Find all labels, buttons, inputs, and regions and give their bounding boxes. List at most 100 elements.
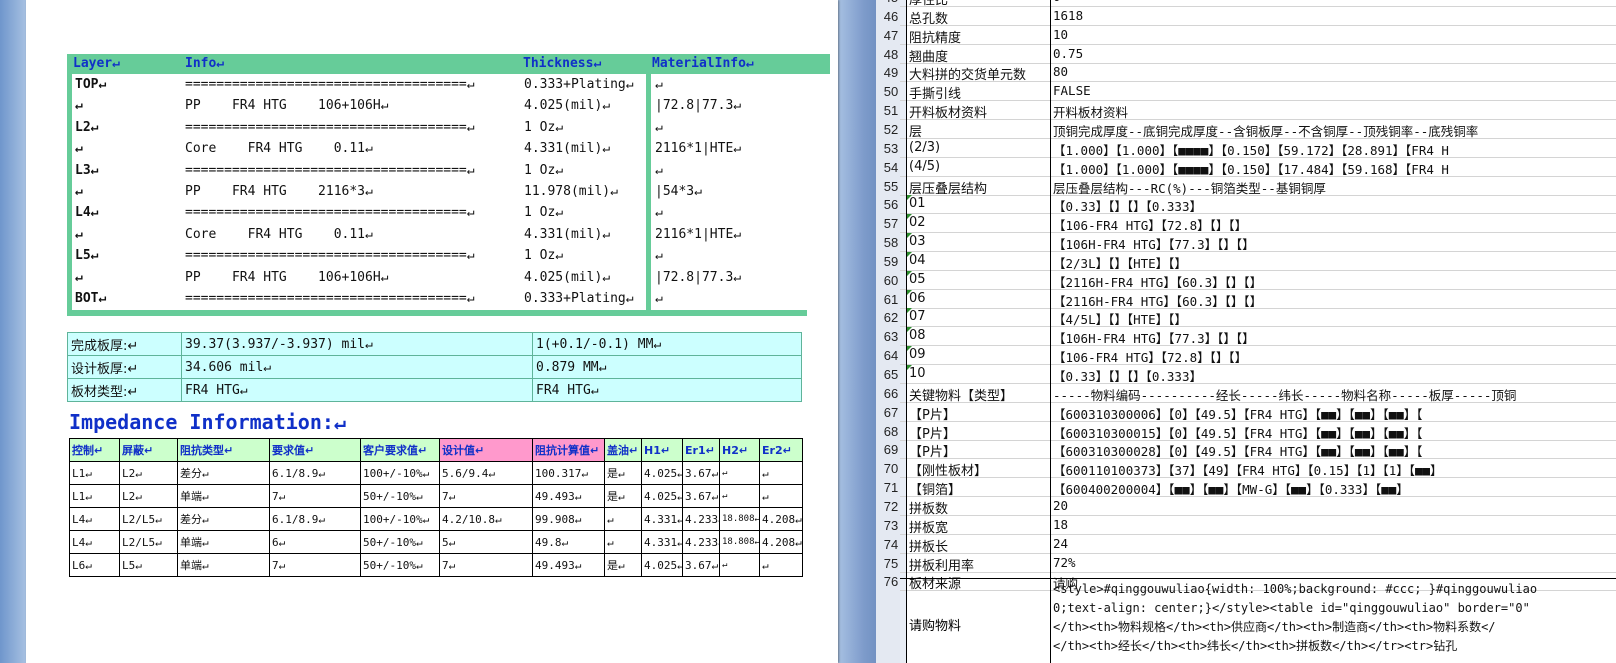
sheet-cell-value[interactable]: 1618 [1051, 7, 1616, 26]
sheet-cell-value[interactable]: -----物料编码----------经长-----纬长-----物料名称---… [1051, 384, 1616, 403]
sheet-row[interactable]: 开料板材资料 开料板材资料 [900, 101, 1616, 121]
sheet-row[interactable]: 03 【106H-FR4 HTG】【77.3】【】【】 [900, 233, 1616, 253]
sheet-row[interactable]: 【P片】 【600310300028】【0】【49.5】【FR4 HTG】【■■】… [900, 440, 1616, 460]
sheet-row[interactable]: 关键物料【类型】 -----物料编码----------经长-----纬长----… [900, 383, 1616, 403]
sheet-cell-value[interactable]: 10 [1051, 26, 1616, 45]
sheet-row[interactable]: 05 【2116H-FR4 HTG】【60.3】【】【】 [900, 270, 1616, 290]
sheet-row[interactable]: 01 【0.33】【】【】【0.333】 [900, 195, 1616, 215]
sheet-row[interactable]: 02 【106-FR4 HTG】【72.8】【】【】 [900, 214, 1616, 234]
spreadsheet[interactable]: 厚径比0总孔数1618阻抗精度10翘曲度0.75大料拼的交货单元数80手撕引线F… [900, 0, 1616, 663]
sheet-row[interactable]: 拼板宽 18 [900, 515, 1616, 535]
sheet-cell-label[interactable]: 拼板利用率 [906, 553, 1051, 573]
sheet-cell-value[interactable]: 【2/3L】【】【HTE】【】 [1051, 252, 1616, 271]
sheet-cell-label[interactable]: 总孔数 [906, 6, 1051, 26]
sheet-cell-value[interactable]: 【106-FR4 HTG】【72.8】【】【】 [1051, 346, 1616, 365]
sheet-cell-label[interactable]: 开料板材资料 [906, 101, 1051, 121]
sheet-cell-value[interactable]: 【600310300028】【0】【49.5】【FR4 HTG】【■■】【■■】… [1051, 440, 1616, 459]
sheet-row[interactable]: 拼板数 20 [900, 496, 1616, 516]
impedance-title: Impedance Information:↵ [69, 410, 346, 434]
sheet-cell-label[interactable]: 手撕引线 [906, 82, 1051, 102]
sheet-row[interactable]: 拼板利用率 72% [900, 553, 1616, 573]
sheet-cell-value[interactable]: 0.75 [1051, 45, 1616, 64]
sheet-cell-value[interactable]: 【1.000】【1.000】【■■■■】【0.150】【17.484】【59.1… [1051, 158, 1616, 177]
sheet-row[interactable]: 大料拼的交货单元数 80 [900, 63, 1616, 83]
sheet-cell-value[interactable]: 20 [1051, 497, 1616, 516]
impedance-header-cell: Er2↵ [759, 438, 803, 462]
sheet-cell-label[interactable]: 07 [906, 308, 1051, 328]
sheet-cell-label[interactable]: 层压叠层结构 [906, 176, 1051, 196]
sheet-row[interactable]: 【P片】 【600310300015】【0】【49.5】【FR4 HTG】【■■】… [900, 421, 1616, 441]
sheet-cell-value[interactable]: 24 [1051, 535, 1616, 554]
sheet-row[interactable]: 【铜箔】 【600400200004】【■■】【■■】【MW-G】【■■】【0.3… [900, 478, 1616, 498]
sheet-row[interactable]: 翘曲度 0.75 [900, 44, 1616, 64]
sheet-cell-label[interactable]: 06 [906, 289, 1051, 309]
sheet-cell-label[interactable]: 01 [906, 195, 1051, 215]
sheet-cell-label[interactable]: 10 [906, 365, 1051, 384]
sheet-cell-label[interactable]: (2/3) [906, 138, 1051, 158]
sheet-row[interactable]: 07 【4/5L】【】【HTE】【】 [900, 308, 1616, 328]
sheet-cell-value[interactable]: 开料板材资料 [1051, 101, 1616, 120]
sheet-cell-value[interactable]: 【0.33】【】【】【0.333】 [1051, 195, 1616, 214]
sheet-cell-label[interactable]: 【P片】 [906, 440, 1051, 460]
sheet-cell-value[interactable]: 【600400200004】【■■】【■■】【MW-G】【■■】【0.333】【… [1051, 478, 1616, 497]
sheet-row[interactable]: 阻抗精度 10 [900, 25, 1616, 45]
sheet-row[interactable]: (4/5) 【1.000】【1.000】【■■■■】【0.150】【17.484】… [900, 157, 1616, 177]
stackup-cell-material: |72.8|77.3↵ [655, 98, 742, 114]
sheet-row[interactable]: 06 【2116H-FR4 HTG】【60.3】【】【】 [900, 289, 1616, 309]
sheet-cell-label[interactable]: 04 [906, 251, 1051, 271]
sheet-cell-label[interactable]: 层 [906, 119, 1051, 139]
sheet-cell-value[interactable]: 【2116H-FR4 HTG】【60.3】【】【】 [1051, 271, 1616, 290]
sheet-cell-value[interactable]: 80 [1051, 63, 1616, 82]
sheet-row[interactable]: 【刚性板材】 【600110100373】【37】【49】【FR4 HTG】【0.… [900, 459, 1616, 479]
sheet-cell-label[interactable]: 08 [906, 327, 1051, 347]
sheet-cell-html-content[interactable]: <style>#qinggouwuliao{width: 100%;backgr… [1051, 579, 1616, 663]
sheet-row[interactable]: 09 【106-FR4 HTG】【72.8】【】【】 [900, 346, 1616, 366]
sheet-cell-value[interactable]: 【106H-FR4 HTG】【77.3】【】【】 [1051, 327, 1616, 346]
sheet-cell-value[interactable]: 【600310300015】【0】【49.5】【FR4 HTG】【■■】【■■】… [1051, 422, 1616, 441]
sheet-cell-value[interactable]: FALSE [1051, 82, 1616, 101]
sheet-cell-value[interactable]: 【4/5L】【】【HTE】【】 [1051, 308, 1616, 327]
sheet-cell-label[interactable]: 03 [906, 233, 1051, 253]
sheet-row[interactable]: 手撕引线 FALSE [900, 82, 1616, 102]
sheet-cell-label[interactable]: 02 [906, 214, 1051, 234]
sheet-cell-value[interactable]: 【600110100373】【37】【49】【FR4 HTG】【0.15】【1】… [1051, 459, 1616, 478]
sheet-cell-label[interactable]: (4/5) [906, 157, 1051, 177]
sheet-row[interactable]: 10 【0.33】【】【】【0.333】 [900, 365, 1616, 384]
sheet-cell-label[interactable]: 关键物料【类型】 [906, 383, 1051, 403]
impedance-cell: 6.1/8.9↵ [269, 507, 361, 531]
sheet-cell-label[interactable]: 拼板长 [906, 534, 1051, 554]
sheet-cell-value[interactable]: 72% [1051, 554, 1616, 573]
stackup-header-thickness: Thickness↵ [523, 56, 602, 71]
sheet-cell-value[interactable]: 【600310300006】【0】【49.5】【FR4 HTG】【■■】【■■】… [1051, 403, 1616, 422]
sheet-cell-label[interactable]: 大料拼的交货单元数 [906, 63, 1051, 83]
sheet-cell-label[interactable]: 拼板宽 [906, 515, 1051, 535]
sheet-row-purchase-material[interactable]: 请购物料 <style>#qinggouwuliao{width: 100%;b… [900, 578, 1616, 663]
sheet-cell-label[interactable]: 请购物料 [906, 579, 1051, 663]
sheet-row[interactable]: 层顶铜完成厚度--底铜完成厚度--含铜板厚--不含铜厚--顶残铜率--底残铜率 [900, 119, 1616, 139]
sheet-row[interactable]: 08 【106H-FR4 HTG】【77.3】【】【】 [900, 327, 1616, 347]
sheet-cell-value[interactable]: 顶铜完成厚度--底铜完成厚度--含铜板厚--不含铜厚--顶残铜率--底残铜率 [1051, 120, 1616, 139]
sheet-cell-value[interactable]: 层压叠层结构---RC(%)---铜箔类型--基铜铜厚 [1051, 177, 1616, 196]
sheet-row[interactable]: 04 【2/3L】【】【HTE】【】 [900, 251, 1616, 271]
sheet-row[interactable]: 拼板长 24 [900, 534, 1616, 554]
sheet-cell-label[interactable]: 【P片】 [906, 402, 1051, 422]
sheet-cell-value[interactable]: 【106H-FR4 HTG】【77.3】【】【】 [1051, 233, 1616, 252]
sheet-cell-label[interactable]: 【刚性板材】 [906, 459, 1051, 479]
sheet-cell-value[interactable]: 【0.33】【】【】【0.333】 [1051, 365, 1616, 384]
sheet-row[interactable]: 【P片】 【600310300006】【0】【49.5】【FR4 HTG】【■■】… [900, 402, 1616, 422]
sheet-cell-label[interactable]: 【铜箔】 [906, 478, 1051, 498]
sheet-cell-label[interactable]: 09 [906, 346, 1051, 366]
sheet-row[interactable]: 层压叠层结构 层压叠层结构---RC(%)---铜箔类型--基铜铜厚 [900, 176, 1616, 196]
sheet-cell-value[interactable]: 18 [1051, 516, 1616, 535]
sheet-cell-value[interactable]: 【2116H-FR4 HTG】【60.3】【】【】 [1051, 290, 1616, 309]
sheet-cell-label[interactable]: 05 [906, 270, 1051, 290]
sheet-cell-label[interactable]: 阻抗精度 [906, 25, 1051, 45]
sheet-cell-value[interactable]: 【1.000】【1.000】【■■■■】【0.150】【59.172】【28.8… [1051, 139, 1616, 158]
sheet-cell-label[interactable]: 翘曲度 [906, 44, 1051, 64]
sheet-cell-value[interactable]: 【106-FR4 HTG】【72.8】【】【】 [1051, 214, 1616, 233]
html-line: <style>#qinggouwuliao{width: 100%;backgr… [1053, 582, 1538, 596]
sheet-row[interactable]: (2/3) 【1.000】【1.000】【■■■■】【0.150】【59.172】… [900, 138, 1616, 158]
sheet-cell-label[interactable]: 【P片】 [906, 421, 1051, 441]
sheet-cell-label[interactable]: 拼板数 [906, 496, 1051, 516]
sheet-row[interactable]: 总孔数 1618 [900, 6, 1616, 26]
